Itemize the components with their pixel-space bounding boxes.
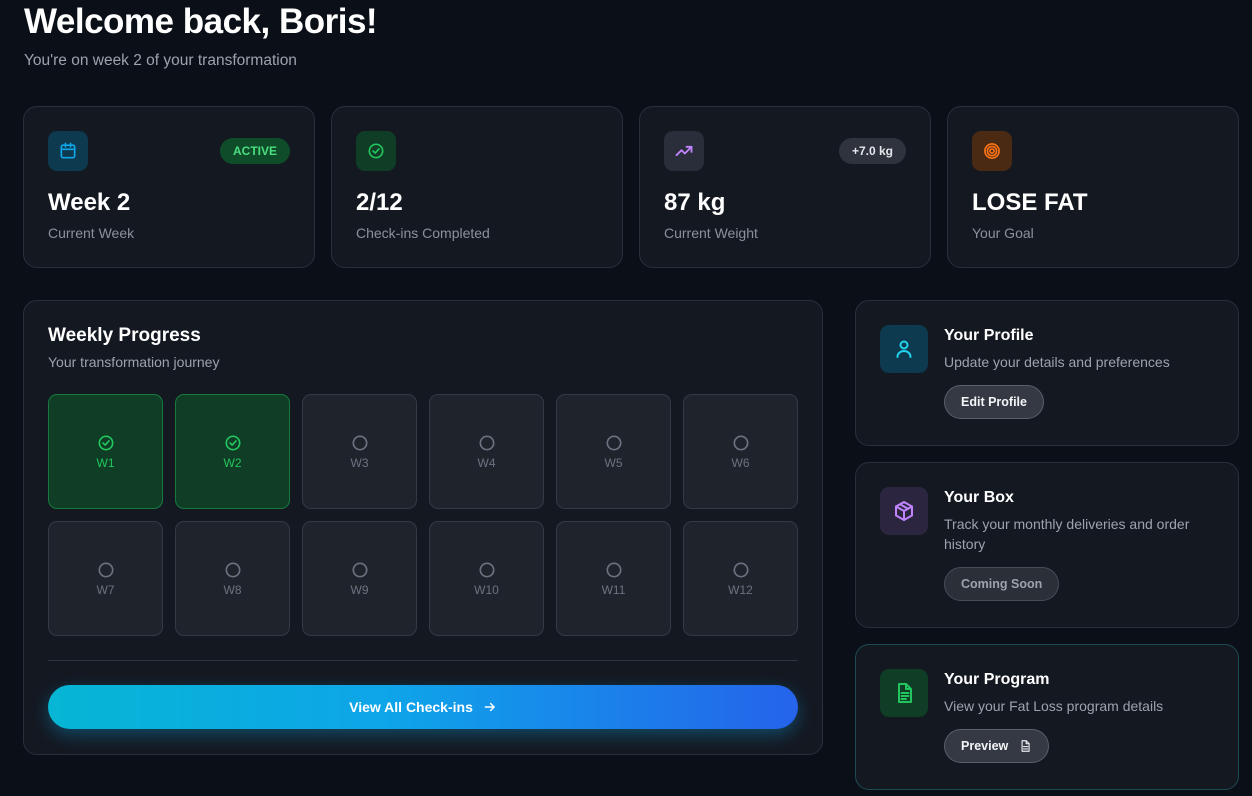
side-panel: Your Profile Update your details and pre…: [855, 300, 1239, 790]
button-label: Coming Soon: [961, 577, 1043, 591]
circle-icon: [731, 433, 751, 453]
circle-icon: [477, 433, 497, 453]
week-label: W5: [604, 456, 623, 470]
box-card: Your Box Track your monthly deliveries a…: [855, 462, 1239, 628]
stat-card-checkins: 2/12 Check-ins Completed: [331, 106, 623, 268]
view-all-checkins-button[interactable]: View All Check-ins: [48, 685, 798, 729]
week-tile[interactable]: W2: [175, 394, 290, 509]
circle-icon: [731, 560, 751, 580]
card-subtitle: Your transformation journey: [48, 354, 220, 370]
box-card-content: Your Box Track your monthly deliveries a…: [944, 487, 1214, 603]
stat-value: 2/12: [356, 189, 403, 216]
week-label: W11: [601, 583, 626, 597]
status-badge: ACTIVE: [219, 138, 290, 164]
stat-card-current-week: ACTIVE Week 2 Current Week: [23, 106, 315, 268]
circle-icon: [350, 560, 370, 580]
card-title: Your Profile: [944, 327, 1034, 344]
button-label: Edit Profile: [961, 395, 1027, 409]
week-label: W8: [223, 583, 242, 597]
program-card: Your Program View your Fat Loss program …: [855, 644, 1239, 790]
stats-row: ACTIVE Week 2 Current Week 2/12 Check-in…: [23, 106, 1239, 268]
edit-profile-button[interactable]: Edit Profile: [944, 385, 1044, 419]
target-icon: [972, 131, 1012, 171]
stat-label: Your Goal: [972, 225, 1034, 241]
week-label: W3: [350, 456, 369, 470]
week-label: W6: [731, 456, 750, 470]
page-title: Welcome back, Boris!: [24, 2, 378, 41]
week-label: W9: [350, 583, 369, 597]
week-label: W1: [96, 456, 115, 470]
card-title: Your Program: [944, 671, 1050, 688]
stat-card-goal: LOSE FAT Your Goal: [947, 106, 1239, 268]
week-tile[interactable]: W5: [556, 394, 671, 509]
week-tile[interactable]: W1: [48, 394, 163, 509]
card-title: Weekly Progress: [48, 325, 201, 346]
week-tile[interactable]: W11: [556, 521, 671, 636]
week-tile[interactable]: W7: [48, 521, 163, 636]
weight-change-badge: +7.0 kg: [838, 138, 906, 164]
circle-icon: [223, 560, 243, 580]
stat-value: Week 2: [48, 189, 131, 216]
check-circle-icon: [223, 433, 243, 453]
divider: [48, 660, 798, 661]
package-icon: [880, 487, 928, 535]
coming-soon-button[interactable]: Coming Soon: [944, 567, 1060, 601]
stat-label: Check-ins Completed: [356, 225, 490, 241]
check-circle-icon: [96, 433, 116, 453]
profile-card: Your Profile Update your details and pre…: [855, 300, 1239, 446]
page-header: Welcome back, Boris! You're on week 2 of…: [24, 2, 378, 70]
week-tile[interactable]: W12: [683, 521, 798, 636]
circle-icon: [96, 560, 116, 580]
stat-label: Current Weight: [664, 225, 758, 241]
week-label: W10: [474, 583, 499, 597]
circle-icon: [604, 560, 624, 580]
page-subtitle: You're on week 2 of your transformation: [24, 52, 297, 69]
weekly-progress-card: Weekly Progress Your transformation jour…: [23, 300, 823, 755]
check-circle-icon: [356, 131, 396, 171]
button-label: View All Check-ins: [349, 699, 473, 715]
week-label: W7: [96, 583, 115, 597]
week-label: W12: [728, 583, 753, 597]
week-tile[interactable]: W10: [429, 521, 544, 636]
stat-card-weight: +7.0 kg 87 kg Current Weight: [639, 106, 931, 268]
card-description: Update your details and preferences: [944, 354, 1170, 370]
stat-value: LOSE FAT: [972, 189, 1088, 216]
trending-up-icon: [664, 131, 704, 171]
arrow-right-icon: [484, 702, 495, 712]
circle-icon: [604, 433, 624, 453]
week-tile[interactable]: W3: [302, 394, 417, 509]
card-description: Track your monthly deliveries and order …: [944, 516, 1190, 552]
card-description: View your Fat Loss program details: [944, 698, 1164, 714]
document-icon: [1021, 740, 1030, 752]
weeks-grid: W1 W2 W3 W4 W5 W6 W7 W8 W9 W10 W11 W12: [48, 394, 798, 636]
week-tile[interactable]: W6: [683, 394, 798, 509]
card-title: Your Box: [944, 489, 1014, 506]
program-card-content: Your Program View your Fat Loss program …: [944, 669, 1163, 765]
circle-icon: [350, 433, 370, 453]
button-label: Preview: [961, 739, 1009, 753]
week-label: W4: [477, 456, 496, 470]
week-tile[interactable]: W8: [175, 521, 290, 636]
stat-label: Current Week: [48, 225, 135, 241]
week-tile[interactable]: W4: [429, 394, 544, 509]
preview-button[interactable]: Preview: [944, 729, 1050, 763]
user-icon: [880, 325, 928, 373]
calendar-icon: [48, 131, 88, 171]
profile-card-content: Your Profile Update your details and pre…: [944, 325, 1170, 421]
stat-value: 87 kg: [664, 189, 726, 216]
circle-icon: [477, 560, 497, 580]
week-tile[interactable]: W9: [302, 521, 417, 636]
document-icon: [880, 669, 928, 717]
week-label: W2: [223, 456, 242, 470]
